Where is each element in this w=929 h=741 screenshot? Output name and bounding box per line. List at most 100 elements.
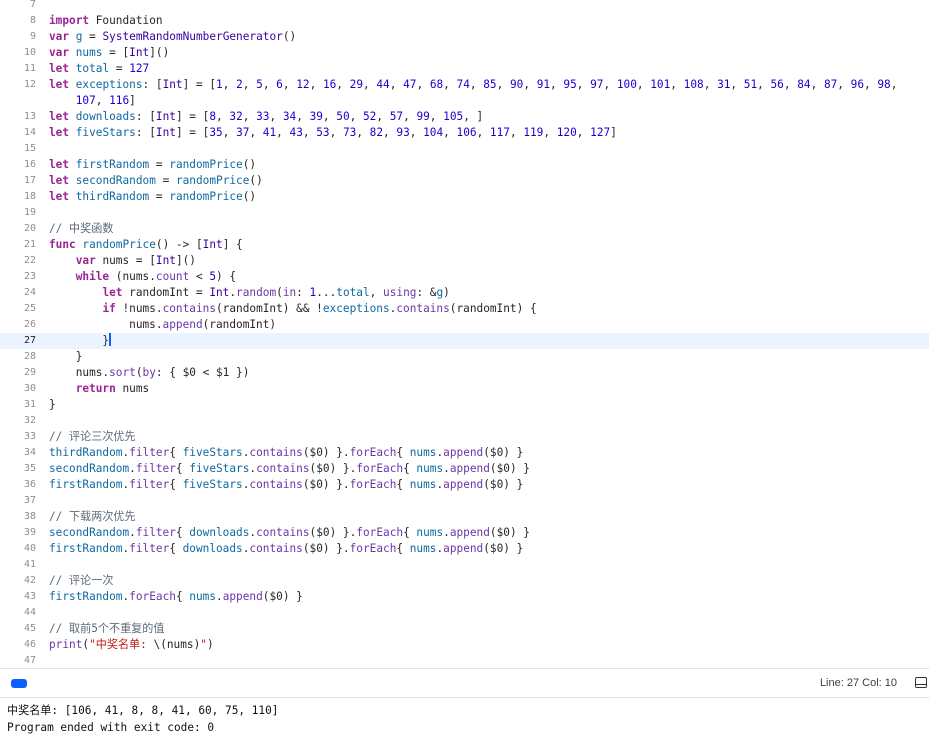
code-line[interactable]: 43 firstRandom.forEach{ nums.append($0) } xyxy=(0,589,929,605)
code-text: let thirdRandom = randomPrice() xyxy=(49,189,256,205)
code-line[interactable]: 25 if !nums.contains(randomInt) && !exce… xyxy=(0,301,929,317)
code-line[interactable]: 9 var g = SystemRandomNumberGenerator() xyxy=(0,29,929,45)
code-line[interactable]: 14 let fiveStars: [Int] = [35, 37, 41, 43… xyxy=(0,125,929,141)
code-token: 43 xyxy=(289,126,303,139)
code-token: 35 xyxy=(209,126,223,139)
code-line[interactable]: 44 xyxy=(0,605,929,621)
code-line[interactable]: 40 firstRandom.filter{ downloads.contains… xyxy=(0,541,929,557)
code-token: { xyxy=(396,478,410,491)
code-line[interactable]: 107, 116] xyxy=(0,93,929,109)
code-line[interactable]: 46 print("中奖名单: \(nums)") xyxy=(0,637,929,653)
code-token: randomPrice xyxy=(82,238,156,251)
code-token: ($0) } xyxy=(483,478,524,491)
code-token: let xyxy=(49,78,70,91)
code-token: 104 xyxy=(423,126,444,139)
code-token: var xyxy=(75,254,96,267)
code-token: randomPrice xyxy=(175,174,250,187)
hide-console-icon[interactable] xyxy=(915,677,927,688)
code-token: () xyxy=(242,158,257,171)
code-token: contains xyxy=(162,302,216,315)
code-line[interactable]: 38 // 下载两次优先 xyxy=(0,509,929,525)
code-line[interactable]: 17 let secondRandom = randomPrice() xyxy=(0,173,929,189)
code-line[interactable]: 29 nums.sort(by: { $0 < $1 }) xyxy=(0,365,929,381)
code-line[interactable]: 35 secondRandom.filter{ fiveStars.contain… xyxy=(0,461,929,477)
code-line[interactable]: 8 import Foundation xyxy=(0,13,929,29)
code-token: : { $0 < $1 }) xyxy=(155,366,250,379)
code-line[interactable]: 11 let total = 127 xyxy=(0,61,929,77)
code-token: var xyxy=(49,46,70,59)
code-line[interactable]: 39 secondRandom.filter{ downloads.contain… xyxy=(0,525,929,541)
code-token: randomPrice xyxy=(169,158,243,171)
code-editor[interactable]: 7 8 import Foundation 9 var g = SystemRandom… xyxy=(0,0,929,668)
code-token: 74 xyxy=(456,78,470,91)
code-line[interactable]: 47 xyxy=(0,653,929,668)
code-line[interactable]: 15 xyxy=(0,141,929,157)
code-line[interactable]: 20 // 中奖函数 xyxy=(0,221,929,237)
code-token: , xyxy=(670,78,684,91)
code-token: firstRandom xyxy=(49,542,123,555)
code-token: 95 xyxy=(563,78,577,91)
line-number: 38 xyxy=(23,511,36,522)
code-line[interactable]: 7 xyxy=(0,0,929,13)
line-number: 40 xyxy=(23,543,36,554)
code-token: . xyxy=(129,462,136,475)
line-number: 20 xyxy=(23,223,36,234)
code-line[interactable]: 36 firstRandom.filter{ fiveStars.contains… xyxy=(0,477,929,493)
code-line[interactable]: 27 } xyxy=(0,333,929,349)
code-token: fiveStars xyxy=(182,478,243,491)
code-line[interactable]: 22 var nums = [Int]() xyxy=(0,253,929,269)
code-token: // 中奖函数 xyxy=(49,222,114,235)
code-line[interactable]: 32 xyxy=(0,413,929,429)
code-token: 12 xyxy=(296,78,310,91)
code-line[interactable]: 37 xyxy=(0,493,929,509)
line-number: 28 xyxy=(23,351,36,362)
code-token: 87 xyxy=(823,78,838,91)
code-line[interactable]: 18 let thirdRandom = randomPrice() xyxy=(0,189,929,205)
code-line[interactable]: 28 } xyxy=(0,349,929,365)
code-token: ) xyxy=(206,638,214,651)
code-token: filter xyxy=(129,478,170,491)
line-number: 43 xyxy=(23,591,36,602)
code-line[interactable]: 19 xyxy=(0,205,929,221)
line-number: 16 xyxy=(23,159,36,170)
code-token: ] = [ xyxy=(175,126,210,139)
code-text: // 评论一次 xyxy=(49,573,113,589)
code-line[interactable]: 26 nums.append(randomInt) xyxy=(0,317,929,333)
code-line[interactable]: 16 let firstRandom = randomPrice() xyxy=(0,157,929,173)
code-token: = xyxy=(149,190,170,203)
code-line[interactable]: 31} xyxy=(0,397,929,413)
code-token: forEach xyxy=(349,542,397,555)
code-line[interactable]: 10 var nums = [Int]() xyxy=(0,45,929,61)
code-token: , xyxy=(757,78,771,91)
code-token: (randomInt) && ! xyxy=(216,302,323,315)
code-line[interactable]: 30 return nums xyxy=(0,381,929,397)
code-line[interactable]: 13 let downloads: [Int] = [8, 32, 33, 34,… xyxy=(0,109,929,125)
code-token: 116 xyxy=(109,94,130,107)
code-line[interactable]: 23 while (nums.count < 5) { xyxy=(0,269,929,285)
code-token: 100 xyxy=(616,78,637,91)
console-toggle-icon[interactable] xyxy=(11,679,27,688)
code-token: ($0) }. xyxy=(302,542,350,555)
code-line[interactable]: 45 // 取前5个不重复的值 xyxy=(0,621,929,637)
line-number: 9 xyxy=(29,31,36,42)
code-token: ($0) }. xyxy=(302,446,350,459)
code-token: append xyxy=(443,542,484,555)
code-line[interactable]: 33 // 评论三次优先 xyxy=(0,429,929,445)
code-token: \(nums) xyxy=(153,638,201,651)
code-token: , xyxy=(890,78,898,91)
code-line[interactable]: 41 xyxy=(0,557,929,573)
code-line[interactable]: 24 let randomInt = Int.random(in: 1...to… xyxy=(0,285,929,301)
code-line[interactable]: 21 func randomPrice() -> [Int] { xyxy=(0,237,929,253)
code-line[interactable]: 42 // 评论一次 xyxy=(0,573,929,589)
code-line[interactable]: 34 thirdRandom.filter{ fiveStars.contains… xyxy=(0,445,929,461)
code-token: , xyxy=(276,126,290,139)
code-line[interactable]: 12 let exceptions: [Int] = [1, 2, 5, 6, 1… xyxy=(0,77,929,93)
code-token: secondRandom xyxy=(75,174,156,187)
line-number: 39 xyxy=(23,527,36,538)
code-token: in xyxy=(282,286,297,299)
code-token: Int xyxy=(155,110,176,123)
code-token: { xyxy=(175,462,190,475)
line-number: 30 xyxy=(23,383,36,394)
